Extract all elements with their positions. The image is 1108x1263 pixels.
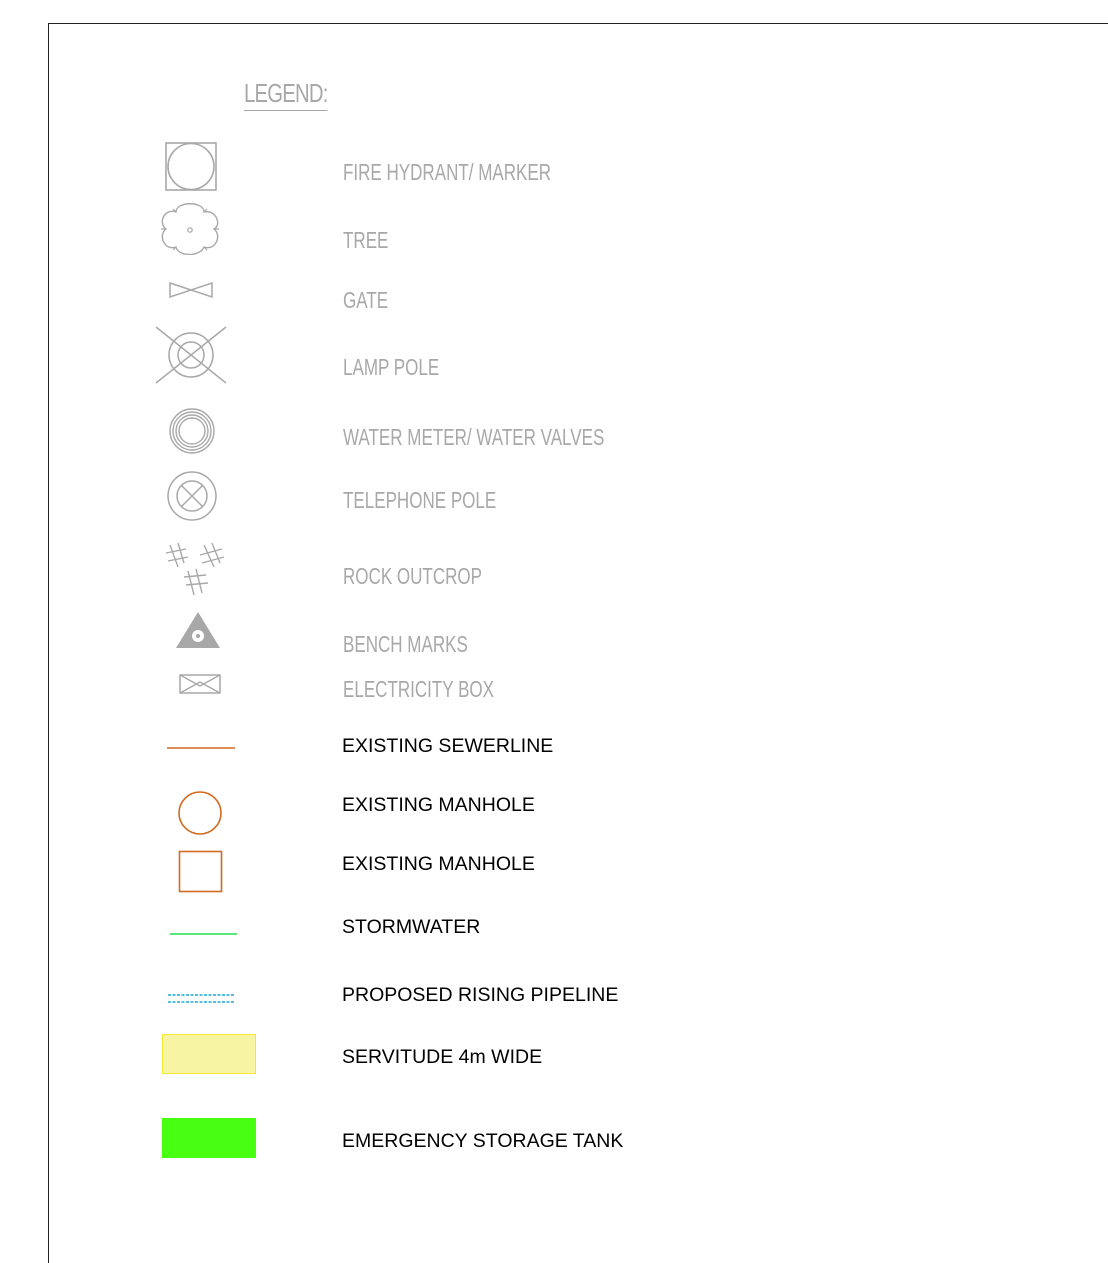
legend-label-manhole-circle: EXISTING MANHOLE	[342, 794, 535, 816]
water-meter-icon	[169, 408, 215, 454]
gate-icon	[169, 281, 213, 299]
legend-label-servitude: SERVITUDE 4m WIDE	[342, 1046, 543, 1068]
legend-label-electricity-box: ELECTRICITY BOX	[343, 676, 495, 702]
electricity-box-icon	[179, 674, 221, 694]
tree-icon	[161, 203, 219, 255]
legend-label-stormwater: STORMWATER	[342, 916, 481, 938]
rock-outcrop-icon	[165, 542, 225, 596]
fire-hydrant-marker-icon	[165, 142, 217, 191]
servitude-area-icon	[162, 1034, 256, 1074]
sewerline-icon	[167, 747, 235, 749]
lamp-pole-icon	[155, 326, 227, 384]
legend-label-rock-outcrop: ROCK OUTCROP	[343, 563, 483, 589]
storage-tank-icon	[162, 1118, 256, 1158]
legend-label-rising-pipeline: PROPOSED RISING PIPELINE	[342, 984, 619, 1006]
legend-label-bench-marks: BENCH MARKS	[343, 631, 468, 657]
telephone-pole-icon	[167, 471, 217, 521]
legend-label-storage-tank: EMERGENCY STORAGE TANK	[342, 1130, 624, 1152]
legend-label-manhole-square: EXISTING MANHOLE	[342, 853, 535, 875]
bench-mark-icon	[176, 612, 220, 648]
manhole-square-icon	[178, 850, 223, 893]
legend-label-lamp-pole: LAMP POLE	[343, 354, 440, 380]
legend-label-water-meter: WATER METER/ WATER VALVES	[343, 424, 605, 450]
stormwater-line-icon	[170, 933, 237, 935]
legend-title: LEGEND:	[244, 78, 328, 111]
legend-label-fire-hydrant: FIRE HYDRANT/ MARKER	[343, 159, 552, 185]
manhole-circle-icon	[178, 791, 222, 835]
legend-label-telephone-pole: TELEPHONE POLE	[343, 487, 497, 513]
rising-pipeline-icon	[168, 994, 235, 1003]
legend-label-sewerline: EXISTING SEWERLINE	[342, 735, 554, 757]
legend-label-gate: GATE	[343, 287, 389, 313]
legend-label-tree: TREE	[343, 227, 389, 253]
